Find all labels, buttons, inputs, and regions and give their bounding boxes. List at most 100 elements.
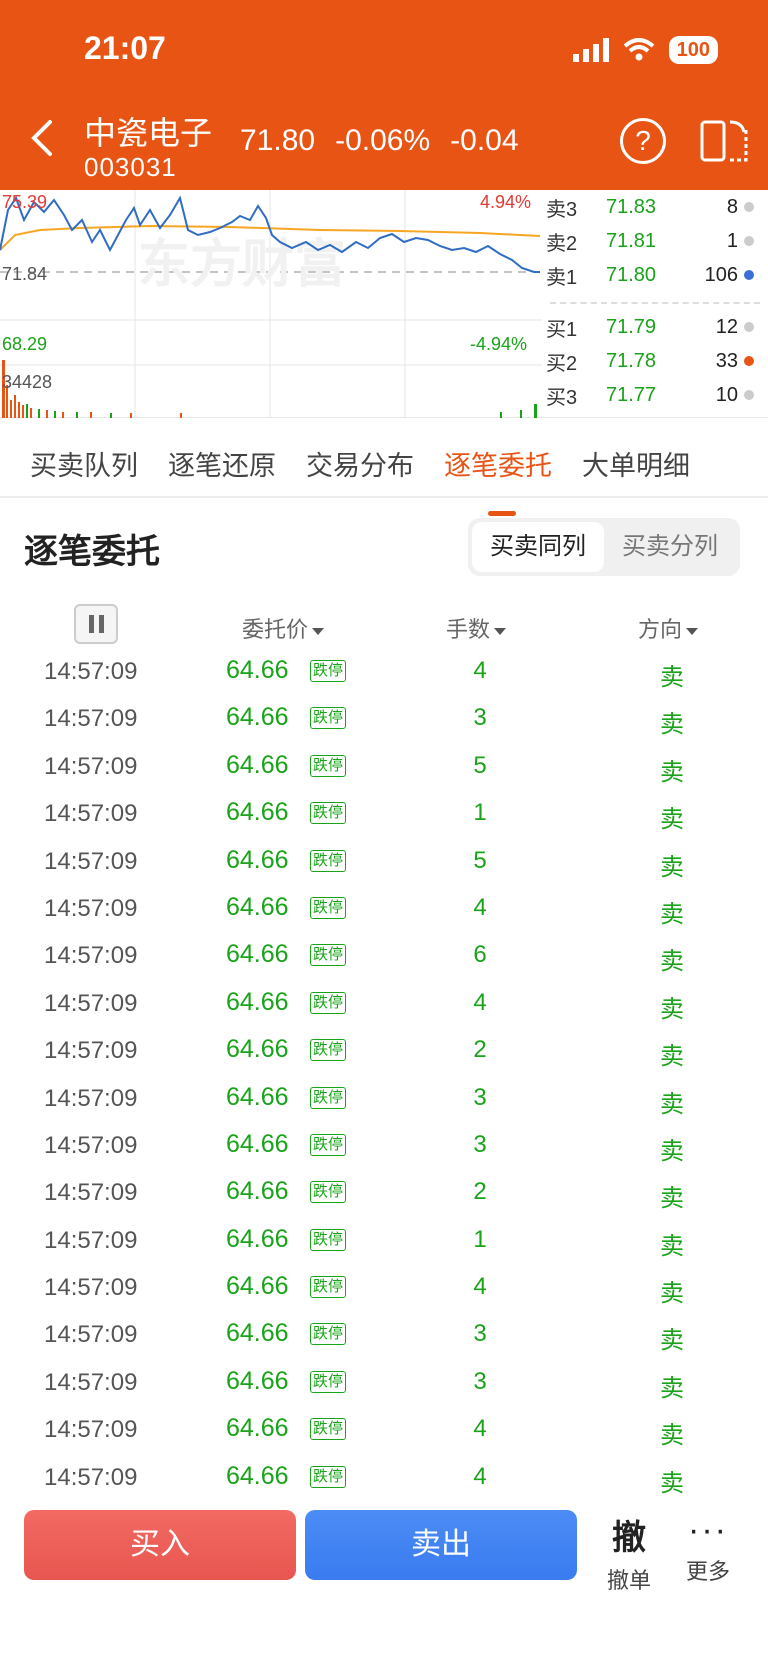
- status-time: 21:07: [84, 30, 166, 66]
- caret-down-icon: [686, 627, 699, 635]
- ask-label: 卖1: [546, 266, 578, 289]
- bid-price: 71.78: [605, 349, 657, 372]
- order-time: 14:57:09: [44, 847, 138, 875]
- order-price: 64.66: [226, 1272, 289, 1301]
- back-arrow-icon[interactable]: [28, 118, 58, 158]
- order-qty: 4: [473, 988, 487, 1016]
- bid-dot-icon: [744, 356, 754, 366]
- detail-tabs: 买卖队列 逐笔还原 交易分布 逐笔委托 大单明细: [0, 430, 768, 516]
- table-row: 14:57:09 64.66 跌停 4 卖: [0, 1406, 768, 1453]
- cancel-label: 撤单: [606, 1568, 651, 1593]
- sell-button[interactable]: 卖出: [305, 1510, 577, 1580]
- bid-volume: 10: [715, 383, 738, 406]
- order-time: 14:57:09: [44, 989, 138, 1017]
- order-qty: 3: [473, 1083, 487, 1111]
- limit-down-badge: 跌停: [310, 1370, 347, 1393]
- orderbook[interactable]: 卖3 71.83 8 卖2 71.81 1 卖1 71.80 106 买1 71…: [546, 190, 768, 418]
- order-direction: 卖: [660, 1137, 684, 1165]
- table-row: 14:57:09 64.66 跌停 4 卖: [0, 885, 768, 932]
- intraday-chart[interactable]: 东方财富 75.39 4.94% 71.84 68.29 -4.94% 3442…: [0, 190, 542, 418]
- tab-big-orders[interactable]: 大单明细: [582, 430, 690, 496]
- order-qty: 4: [473, 1415, 487, 1443]
- stock-quote: 71.80 -0.06% -0.04: [240, 124, 519, 158]
- order-direction: 卖: [660, 1327, 684, 1355]
- ask-row: 卖2 71.81 1: [546, 226, 764, 256]
- order-price: 64.66: [226, 1366, 289, 1395]
- table-row: 14:57:09 64.66 跌停 3 卖: [0, 1122, 768, 1169]
- limit-down-badge: 跌停: [310, 849, 347, 872]
- table-row: 14:57:09 64.66 跌停 2 卖: [0, 1027, 768, 1074]
- order-price: 64.66: [226, 750, 289, 779]
- order-direction: 卖: [660, 1469, 684, 1497]
- order-qty: 2: [473, 1036, 487, 1064]
- order-price: 64.66: [226, 656, 289, 684]
- order-qty: 3: [473, 1320, 487, 1348]
- pause-icon[interactable]: [74, 604, 118, 644]
- order-time: 14:57:09: [44, 942, 138, 970]
- order-direction: 卖: [660, 1422, 684, 1450]
- order-time: 14:57:09: [44, 1463, 138, 1491]
- order-price: 64.66: [226, 703, 289, 732]
- cancel-order-button[interactable]: 撤 撤单: [594, 1510, 664, 1595]
- table-row: 14:57:09 64.66 跌停 3 卖: [0, 1311, 768, 1358]
- sort-direction[interactable]: 方向: [638, 612, 699, 644]
- buy-button[interactable]: 买入: [24, 1510, 296, 1580]
- limit-down-badge: 跌停: [310, 660, 347, 682]
- order-time: 14:57:09: [44, 705, 138, 733]
- tab-queue[interactable]: 买卖队列: [30, 430, 138, 496]
- order-direction: 卖: [660, 711, 684, 739]
- order-qty: 3: [473, 704, 487, 732]
- column-header-qty: 手数: [446, 617, 491, 642]
- segment-split-column[interactable]: 买卖分列: [604, 522, 736, 572]
- tab-restore[interactable]: 逐笔还原: [168, 430, 276, 496]
- order-direction: 卖: [660, 995, 684, 1023]
- top-header: 21:07 100 中瓷电子 003031 71.80 -0.06% -0.04…: [0, 0, 768, 190]
- chart-mid-price: 71.84: [2, 264, 47, 284]
- segment-same-column[interactable]: 买卖同列: [472, 522, 604, 572]
- order-price: 64.66: [226, 1035, 289, 1064]
- order-time: 14:57:09: [44, 894, 138, 922]
- order-price: 64.66: [226, 1082, 289, 1111]
- more-dots-icon: ···: [688, 1511, 728, 1549]
- limit-down-badge: 跌停: [310, 1039, 347, 1062]
- order-direction: 卖: [660, 758, 684, 786]
- more-button[interactable]: ··· 更多: [678, 1510, 738, 1586]
- order-direction: 卖: [660, 1043, 684, 1071]
- column-header-direction: 方向: [638, 617, 683, 642]
- order-direction: 卖: [660, 1232, 684, 1260]
- bid-price: 71.77: [605, 383, 657, 406]
- order-time: 14:57:09: [44, 752, 138, 780]
- limit-down-badge: 跌停: [310, 1418, 347, 1441]
- bid-label: 买2: [546, 352, 578, 375]
- watermark: 东方财富: [138, 235, 346, 295]
- limit-down-badge: 跌停: [310, 1465, 347, 1488]
- sort-qty[interactable]: 手数: [446, 612, 507, 644]
- bottom-action-bar: 买入 卖出 撤 撤单 ··· 更多: [0, 1494, 768, 1663]
- ask-label: 卖2: [546, 232, 578, 255]
- order-direction: 卖: [660, 806, 684, 834]
- order-list[interactable]: 14:57:09 64.66 跌停 4 卖 14:57:09 64.66 跌停 3 卖 14:57:…: [0, 648, 768, 1501]
- order-price: 64.66: [226, 940, 289, 969]
- status-icons: 100: [572, 36, 718, 64]
- chart-volume: 34428: [2, 372, 52, 392]
- limit-down-badge: 跌停: [310, 1133, 347, 1156]
- order-qty: 3: [473, 1367, 487, 1395]
- limit-down-badge: 跌停: [310, 1276, 347, 1299]
- cancel-icon: 撤: [612, 1519, 646, 1557]
- bid-row: 买3 71.77 10: [546, 380, 764, 410]
- order-direction: 卖: [660, 900, 684, 928]
- order-qty: 4: [473, 657, 487, 684]
- table-row: 14:57:09 64.66 跌停 1 卖: [0, 790, 768, 837]
- tab-orders[interactable]: 逐笔委托: [444, 430, 552, 516]
- more-label: 更多: [685, 1559, 730, 1584]
- landscape-toggle-icon[interactable]: [700, 118, 750, 164]
- column-header-price: 委托价: [242, 617, 309, 642]
- table-row: 14:57:09 64.66 跌停 3 卖: [0, 695, 768, 742]
- chart-high-pct: 4.94%: [480, 192, 531, 212]
- limit-down-badge: 跌停: [310, 896, 347, 919]
- stock-name: 中瓷电子: [84, 115, 213, 151]
- sort-price[interactable]: 委托价: [242, 612, 325, 644]
- order-qty: 1: [473, 799, 487, 827]
- tab-distribution[interactable]: 交易分布: [306, 430, 414, 496]
- help-icon[interactable]: ?: [620, 118, 666, 164]
